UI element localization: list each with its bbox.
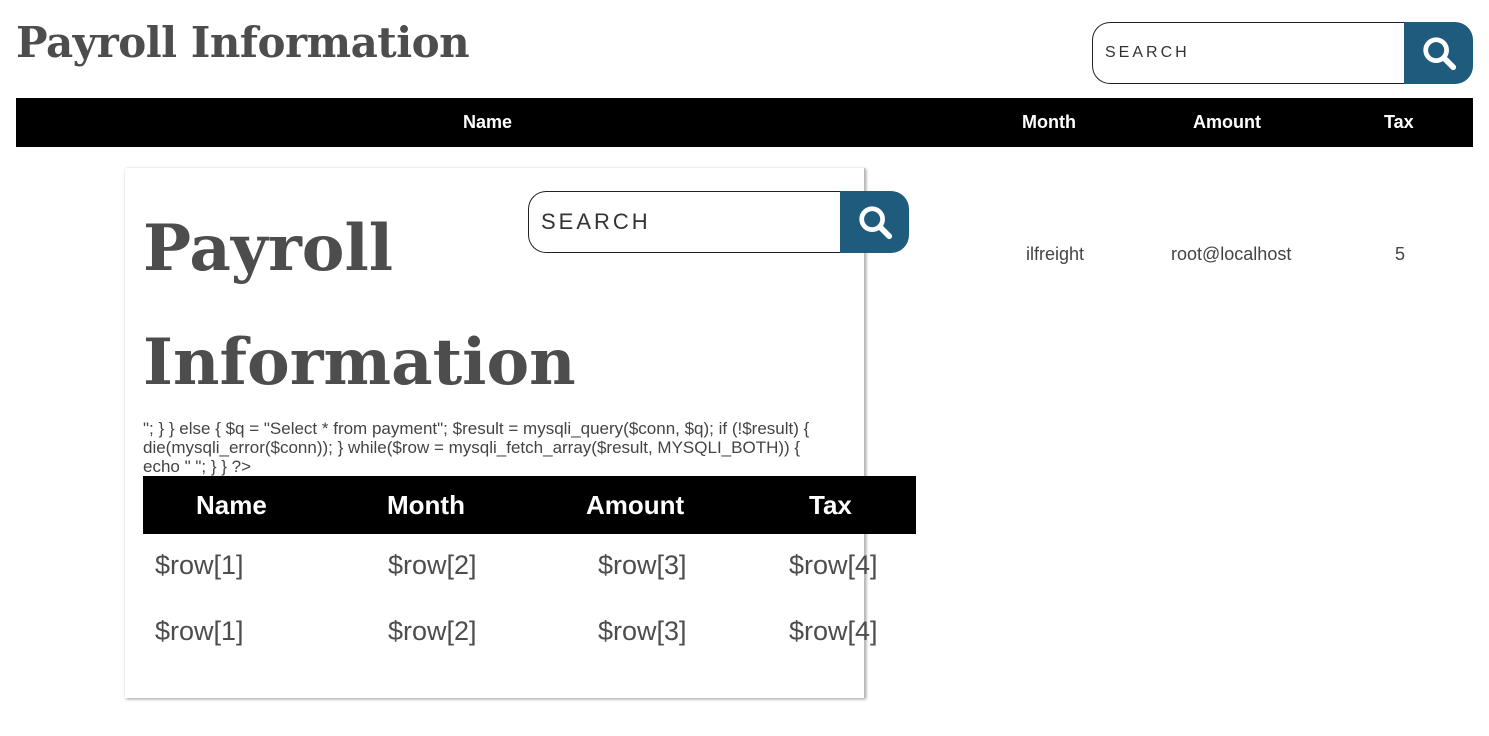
table-row: $row[1] $row[2] $row[3] $row[4] [143, 600, 916, 666]
embedded-search-button[interactable] [840, 191, 909, 253]
table-row: $row[1] $row[2] $row[3] $row[4] [143, 534, 916, 600]
table-header: Name Month Amount Tax [16, 98, 1473, 147]
search-button[interactable] [1404, 22, 1473, 84]
embedded-column-header-name: Name [196, 490, 267, 520]
table-cell: $row[3] [598, 550, 687, 580]
embedded-column-header-amount: Amount [586, 490, 685, 520]
table-cell-amount: root@localhost [1171, 244, 1292, 264]
search-icon [858, 206, 892, 240]
embedded-page-title: Payroll Information [143, 211, 576, 400]
raw-php-source-text: "; } } else { $q = "Select * from paymen… [143, 419, 810, 476]
embedded-search-input[interactable] [528, 191, 840, 253]
search-bar [1092, 22, 1473, 84]
table-cell: $row[2] [388, 550, 477, 580]
table-cell: $row[1] [155, 550, 244, 580]
embedded-table-header: Name Month Amount Tax [143, 476, 916, 534]
table-cell: $row[4] [789, 550, 878, 580]
table-cell: $row[1] [155, 616, 244, 646]
column-header-tax: Tax [1384, 112, 1414, 132]
table-cell-tax: 5 [1395, 244, 1406, 264]
table-cell: $row[3] [598, 616, 687, 646]
page-title: Payroll Information [16, 18, 470, 67]
embedded-search-bar [528, 191, 909, 253]
search-input[interactable] [1092, 22, 1404, 84]
table-cell: $row[4] [789, 616, 878, 646]
column-header-amount: Amount [1193, 112, 1261, 132]
search-icon [1422, 37, 1456, 71]
embedded-column-header-tax: Tax [809, 490, 852, 520]
embedded-column-header-month: Month [387, 490, 465, 520]
table-cell-month: ilfreight [1026, 244, 1085, 264]
embedded-table: Name Month Amount Tax $row[1] $row[2] $r… [143, 476, 916, 666]
column-header-month: Month [1022, 112, 1076, 132]
table-cell: $row[2] [388, 616, 477, 646]
column-header-name: Name [463, 112, 513, 132]
